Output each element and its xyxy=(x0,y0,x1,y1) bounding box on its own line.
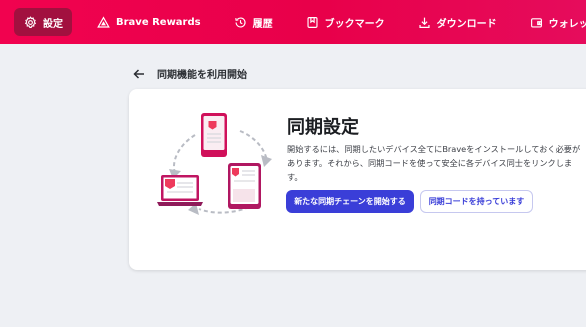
start-sync-chain-button[interactable]: 新たな同期チェーンを開始する xyxy=(286,190,414,213)
tab-wallet[interactable]: ウォレット xyxy=(522,8,586,36)
tab-brave-rewards-label: Brave Rewards xyxy=(116,16,201,28)
sync-setup-card: 同期設定 開始するには、同期したいデバイス全てにBraveをインストールしておく… xyxy=(129,89,586,270)
tab-settings-label: 設定 xyxy=(43,18,63,30)
back-arrow-icon[interactable] xyxy=(132,67,146,81)
rewards-triangle-icon xyxy=(97,15,110,29)
sync-devices-illustration xyxy=(155,111,280,219)
have-sync-code-button[interactable]: 同期コードを持っています xyxy=(420,190,533,213)
tab-bookmarks-label: ブックマーク xyxy=(324,18,385,30)
tab-history[interactable]: 履歴 xyxy=(226,8,281,36)
page-title: 同期機能を利用開始 xyxy=(157,70,247,81)
gear-icon xyxy=(24,15,37,29)
card-description: 開始するには、同期したいデバイス全てにBraveをインストールしておく必要があり… xyxy=(287,144,581,182)
history-icon xyxy=(234,16,247,29)
download-icon xyxy=(418,16,431,29)
top-nav-bar: 設定 Brave Rewards 履歴 ブックマーク ダウンロード ウォレッ xyxy=(0,0,586,44)
tab-bookmarks[interactable]: ブックマーク xyxy=(298,8,393,36)
tab-wallet-label: ウォレット xyxy=(548,18,586,30)
wallet-icon xyxy=(530,16,543,29)
tab-brave-rewards[interactable]: Brave Rewards xyxy=(89,8,209,36)
tab-history-label: 履歴 xyxy=(252,18,273,30)
card-heading: 同期設定 xyxy=(287,117,359,138)
tab-downloads-label: ダウンロード xyxy=(436,18,497,30)
tab-settings[interactable]: 設定 xyxy=(14,8,72,36)
page-header: 同期機能を利用開始 xyxy=(132,66,247,81)
bookmark-icon xyxy=(306,16,319,29)
tab-downloads[interactable]: ダウンロード xyxy=(410,8,505,36)
